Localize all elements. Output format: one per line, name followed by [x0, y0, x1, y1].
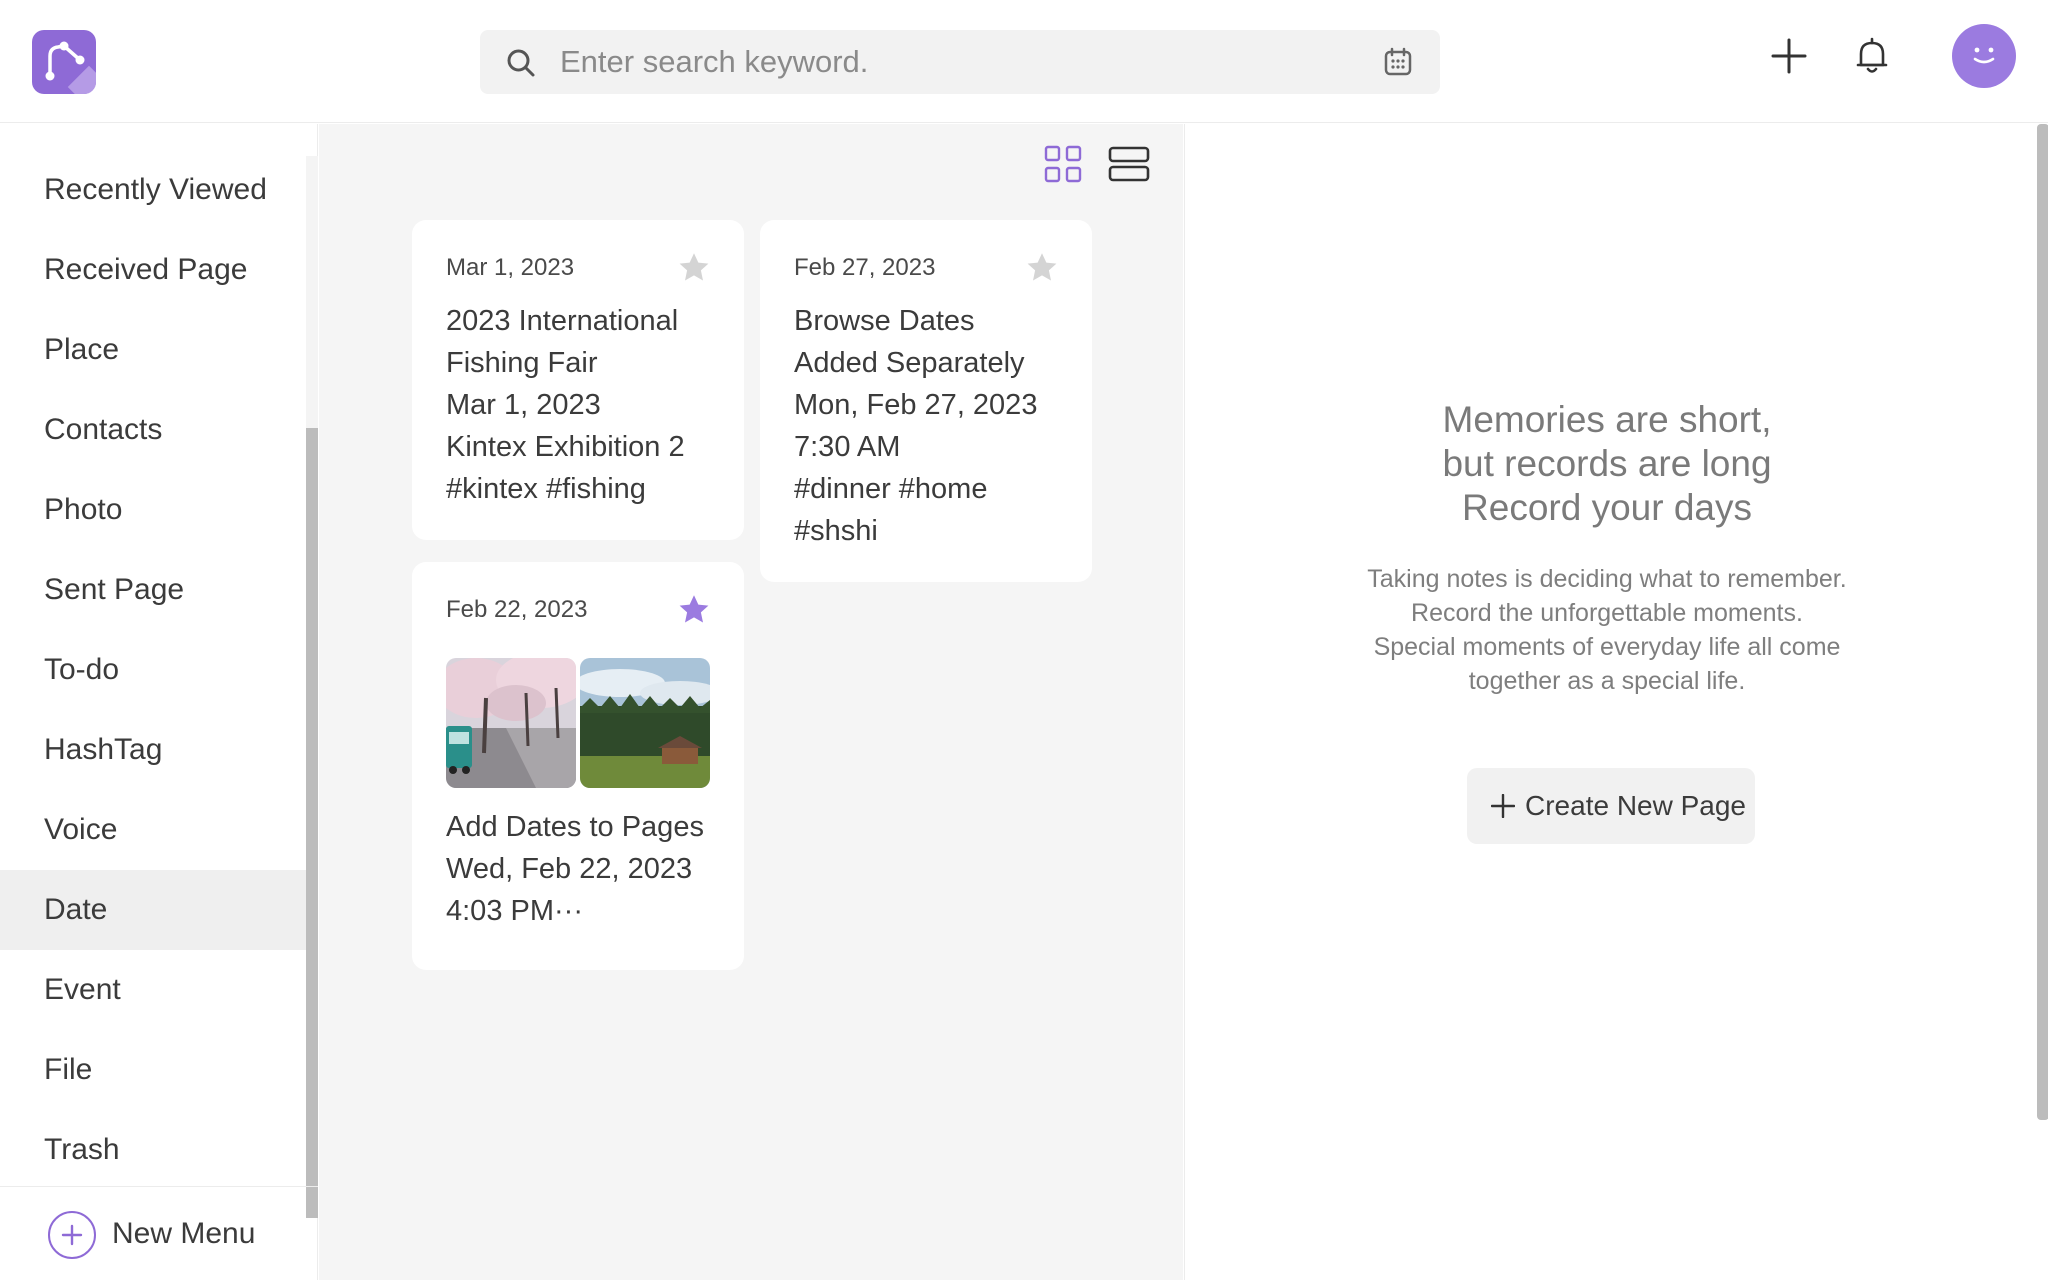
- star-icon[interactable]: [1024, 250, 1060, 286]
- top-bar: [0, 0, 2048, 123]
- sidebar-item-trash[interactable]: Trash: [0, 1110, 306, 1190]
- sidebar-item-place[interactable]: Place: [0, 310, 306, 390]
- list-view-icon[interactable]: [1107, 144, 1151, 184]
- new-menu-label: New Menu: [112, 1217, 256, 1250]
- card-date: Feb 22, 2023: [446, 596, 588, 623]
- empty-state-description: Taking notes is deciding what to remembe…: [1367, 565, 1847, 695]
- create-new-page-button[interactable]: Create New Page: [1467, 768, 1755, 844]
- sidebar-item-voice[interactable]: Voice: [0, 790, 306, 870]
- sidebar-item-todo[interactable]: To-do: [0, 630, 306, 710]
- search-icon: [507, 49, 535, 77]
- page-detail-panel: Memories are short, but records are long…: [1184, 124, 2048, 1280]
- calendar-icon[interactable]: [1382, 46, 1414, 78]
- sidebar-item-recently-viewed[interactable]: Recently Viewed: [0, 150, 306, 230]
- sidebar-scrollbar-thumb[interactable]: [306, 428, 318, 1218]
- avatar[interactable]: [1952, 24, 2016, 88]
- sidebar-item-file[interactable]: File: [0, 1030, 306, 1110]
- search-input[interactable]: [560, 30, 1320, 94]
- sidebar-item-event[interactable]: Event: [0, 950, 306, 1030]
- sidebar-item-photo[interactable]: Photo: [0, 470, 306, 550]
- new-menu-button[interactable]: New Menu: [0, 1186, 318, 1280]
- app-logo[interactable]: [32, 30, 96, 94]
- page-card[interactable]: Mar 1, 2023 2023 International Fishing F…: [412, 220, 744, 540]
- sidebar-item-hashtag[interactable]: HashTag: [0, 710, 306, 790]
- search-bar[interactable]: [480, 30, 1440, 94]
- plus-icon: [1491, 794, 1515, 818]
- sidebar-item-contacts[interactable]: Contacts: [0, 390, 306, 470]
- add-icon[interactable]: [1770, 37, 1808, 75]
- add-circle-icon: [48, 1211, 96, 1259]
- sidebar-item-date[interactable]: Date: [0, 870, 306, 950]
- page-list-panel: Mar 1, 2023 2023 International Fishing F…: [319, 124, 1183, 1280]
- bell-icon[interactable]: [1855, 37, 1889, 75]
- sidebar-item-received-page[interactable]: Received Page: [0, 230, 306, 310]
- card-date: Feb 27, 2023: [794, 254, 936, 281]
- star-icon[interactable]: [676, 592, 712, 628]
- card-content: 2023 International Fishing Fair Mar 1, 2…: [446, 305, 685, 505]
- card-content: Add Dates to Pages Wed, Feb 22, 2023 4:0…: [446, 811, 704, 927]
- card-content: Browse Dates Added Separately Mon, Feb 2…: [794, 305, 1038, 547]
- empty-state-title: Memories are short, but records are long…: [1442, 399, 1772, 528]
- sidebar-item-sent-page[interactable]: Sent Page: [0, 550, 306, 630]
- page-card[interactable]: Feb 27, 2023 Browse Dates Added Separate…: [760, 220, 1092, 582]
- detail-scrollbar[interactable]: [2037, 124, 2048, 1120]
- sidebar: Recently Viewed Received Page Place Cont…: [0, 124, 318, 1280]
- create-new-page-label: Create New Page: [1525, 790, 1747, 821]
- star-icon[interactable]: [676, 250, 712, 286]
- grid-view-icon[interactable]: [1043, 144, 1083, 184]
- card-date: Mar 1, 2023: [446, 254, 575, 281]
- page-card[interactable]: Feb 22, 2023 Add Dates to Pages Wed, Feb…: [412, 562, 744, 970]
- smiley-icon: [1973, 47, 1995, 64]
- card-photos: [446, 658, 710, 788]
- forest-cabin-photo[interactable]: [580, 658, 710, 788]
- cherry-blossom-road-photo[interactable]: [446, 658, 576, 788]
